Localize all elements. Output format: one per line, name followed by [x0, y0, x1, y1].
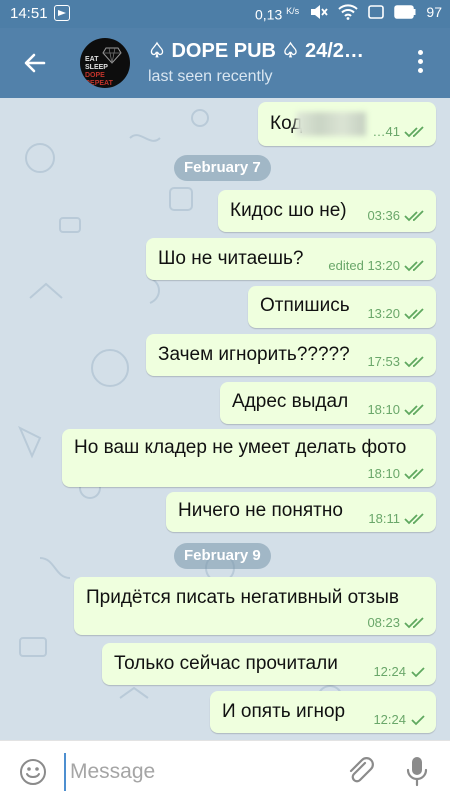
status-icons: 97 — [310, 4, 442, 20]
message-time: …41 — [372, 124, 400, 139]
message-meta: 18:10 — [367, 402, 426, 417]
message-bubble[interactable]: Ничего не понятно 18:11 — [166, 492, 436, 532]
message-meta: 13:20 — [367, 306, 426, 321]
message-bubble[interactable]: Шо не читаешь? edited 13:20 — [146, 238, 436, 280]
double-check-icon — [404, 209, 424, 221]
double-check-icon — [404, 355, 424, 367]
double-check-icon — [404, 512, 424, 524]
wifi-icon — [338, 4, 359, 20]
battery-level: 97 — [426, 4, 442, 20]
message-text: И опять игнор — [222, 701, 346, 722]
message-meta: …41 — [373, 124, 426, 139]
arrow-left-icon[interactable] — [20, 48, 50, 78]
message-input[interactable] — [64, 753, 332, 791]
double-check-icon — [404, 307, 424, 319]
message-text: Адрес выдал — [232, 391, 349, 412]
message-bubble[interactable]: Зачем игнорить????? 17:53 — [146, 334, 436, 376]
message-bubble[interactable]: И опять игнор 12:24 — [210, 691, 436, 733]
double-check-icon — [404, 125, 424, 137]
smile-icon[interactable] — [18, 757, 48, 787]
message-bubble[interactable]: Код …41 — [258, 102, 436, 146]
message-time: 18:10 — [367, 466, 400, 481]
message-text: Но ваш кладер не умеет делать фото — [74, 437, 407, 458]
message-meta: edited 13:20 — [328, 258, 426, 273]
message-time: 18:11 — [368, 511, 400, 526]
message-meta: 18:10 — [367, 466, 426, 481]
message-time: 12:24 — [373, 712, 406, 727]
message-time: 13:20 — [367, 306, 400, 321]
redacted-region — [296, 112, 366, 136]
screen-rect-icon — [368, 5, 385, 19]
network-speed: 0,13 K/s — [255, 6, 300, 23]
message-text: Ничего не понятно — [178, 500, 343, 521]
check-icon — [411, 666, 425, 677]
paperclip-icon[interactable] — [345, 755, 375, 787]
message-text: Зачем игнорить????? — [158, 344, 350, 365]
message-time: 03:36 — [367, 208, 400, 223]
message-list[interactable]: Код …41 February 7 Кидос шо не) 03:36 Шо… — [0, 98, 450, 740]
message-meta: 12:24 — [373, 664, 426, 679]
message-bubble[interactable]: Адрес выдал 18:10 — [220, 382, 436, 424]
message-bubble[interactable]: Кидос шо не) 03:36 — [218, 190, 436, 232]
double-check-icon — [404, 259, 424, 271]
message-text: Шо не читаешь? — [158, 248, 304, 269]
check-icon — [411, 714, 425, 725]
chat-title[interactable]: ♤ DOPE PUB ♤ 24/2… — [148, 38, 398, 63]
message-text: Отпишись — [260, 295, 350, 316]
double-check-icon — [404, 616, 424, 628]
chat-status: last seen recently — [148, 68, 273, 85]
message-text: Кидос шо не) — [230, 200, 347, 221]
date-separator: February 9 — [174, 543, 271, 569]
battery-icon — [394, 5, 416, 19]
date-separator: February 7 — [174, 155, 271, 181]
message-bubble[interactable]: Но ваш кладер не умеет делать фото 18:10 — [62, 429, 436, 487]
telegram-notification-icon — [54, 5, 70, 21]
message-meta: 08:23 — [367, 615, 426, 630]
message-text: Придётся писать негативный отзыв — [86, 587, 399, 608]
mute-icon — [311, 5, 329, 19]
double-check-icon — [404, 403, 424, 415]
message-meta: 18:11 — [368, 511, 426, 526]
status-time: 14:51 — [10, 5, 48, 22]
message-time: 17:53 — [367, 354, 400, 369]
message-text: Только сейчас прочитали — [114, 653, 338, 674]
message-bubble[interactable]: Только сейчас прочитали 12:24 — [102, 643, 436, 685]
message-time: 08:23 — [367, 615, 400, 630]
message-composer — [0, 740, 450, 801]
microphone-icon[interactable] — [404, 755, 430, 787]
message-bubble[interactable]: Придётся писать негативный отзыв 08:23 — [74, 577, 436, 635]
message-time: 18:10 — [367, 402, 400, 417]
message-bubble[interactable]: Отпишись 13:20 — [248, 286, 436, 328]
message-time: edited 13:20 — [328, 258, 400, 273]
status-bar: 14:51 0,13 K/s 97 — [0, 0, 450, 28]
message-meta: 03:36 — [367, 208, 426, 223]
more-vert-icon[interactable] — [410, 50, 430, 76]
message-time: 12:24 — [373, 664, 406, 679]
message-meta: 17:53 — [367, 354, 426, 369]
double-check-icon — [404, 467, 424, 479]
avatar-logo-text: EAT SLEEP DOPE REPEAT — [85, 56, 113, 87]
chat-header: EAT SLEEP DOPE REPEAT ♤ DOPE PUB ♤ 24/2…… — [0, 28, 450, 98]
avatar[interactable]: EAT SLEEP DOPE REPEAT — [80, 38, 130, 88]
message-meta: 12:24 — [373, 712, 426, 727]
